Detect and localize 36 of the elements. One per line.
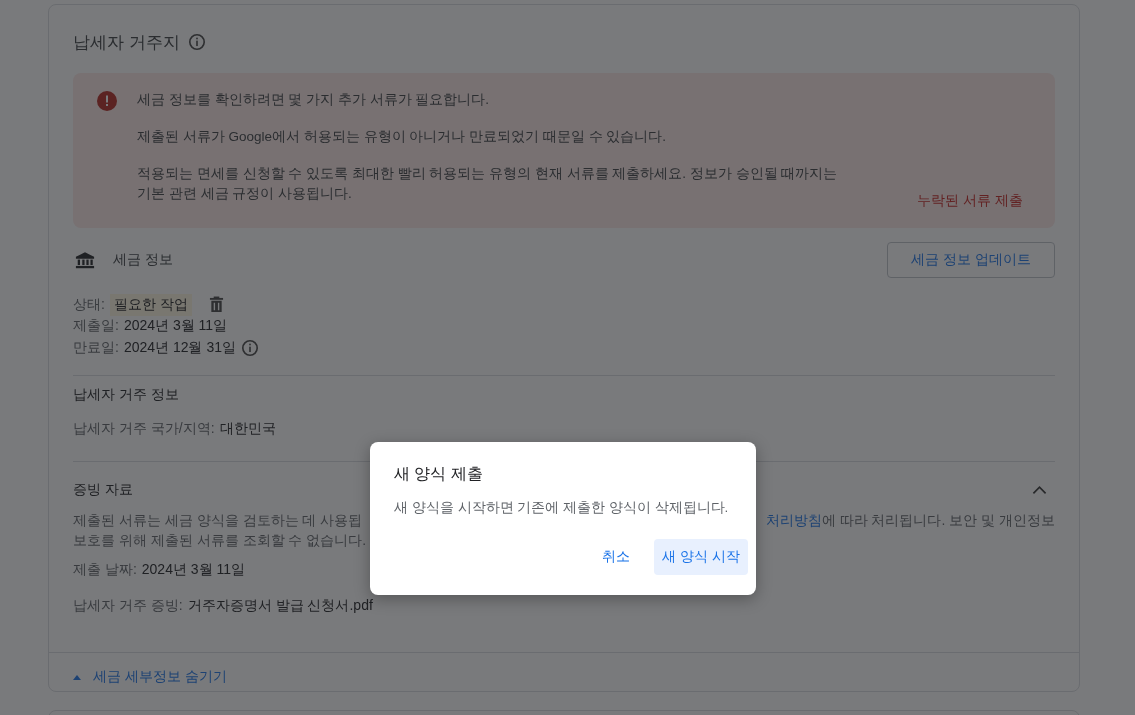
field-label: 만료일:: [73, 338, 119, 357]
tax-info-title: 세금 정보: [113, 251, 173, 269]
documents-title: 증빙 자료: [73, 479, 133, 499]
documents-note: 제출된 서류는 세금 양식을 검토하는 데 사용됩: [73, 510, 363, 530]
documents-note: 에 따라 처리됩니다. 보안 및 개인정보: [821, 511, 1055, 528]
hide-details-link[interactable]: 세금 세부정보 숨기기: [73, 668, 227, 686]
privacy-policy-link[interactable]: 처리방침: [765, 511, 822, 528]
field-value: 대한민국: [219, 419, 276, 438]
field-label: 상태:: [73, 295, 105, 314]
info-icon[interactable]: [187, 33, 206, 51]
chevron-icon[interactable]: [1032, 484, 1047, 495]
field-value: 2024년 3월 11일: [123, 317, 228, 336]
status-chip: 필요한 작업: [109, 293, 192, 316]
documents-note: 보호를 위해 제출된 서류를 조회할 수 없습니다.: [73, 530, 368, 550]
start-form-button[interactable]: 새 양식 시작: [654, 539, 748, 575]
submit-documents-link[interactable]: 누락된 서류 제출: [917, 192, 1023, 210]
section-title: 납세자 거주지: [73, 31, 180, 54]
alert-message: 적용되는 면세를 신청할 수 있도록 최대한 빨리 허용되는 유형의 현재 서류를 제출하세요. 정보가 승인될 때까지는 기본 관련 세금 규정이 사용됩니다.: [137, 165, 838, 203]
field-label: 제출 날짜:: [73, 560, 137, 579]
info-icon[interactable]: [240, 338, 259, 357]
cancel-button[interactable]: 취소: [586, 539, 647, 575]
dialog-title: 새 양식 제출: [394, 464, 484, 484]
field-label: 제출일:: [73, 317, 119, 336]
trash-icon[interactable]: [208, 296, 224, 314]
field-label: 납세자 거주 증빙:: [73, 596, 183, 615]
field-value: 2024년 3월 11일: [141, 560, 246, 579]
update-tax-info-button[interactable]: 세금 정보 업데이트: [887, 242, 1055, 278]
field-value: 2024년 12월 31일: [123, 338, 236, 357]
alert-message: 세금 정보를 확인하려면 몇 가지 추가 서류가 필요합니다.: [137, 91, 490, 109]
dialog-message: 새 양식을 시작하면 기존에 제출한 양식이 삭제됩니다.: [394, 499, 730, 517]
field-label: 납세자 거주 국가/지역:: [73, 419, 215, 438]
residency-title: 납세자 거주 정보: [73, 384, 180, 404]
error-icon: [97, 91, 117, 111]
field-value: 거주자증명서 발급 신청서.pdf: [187, 596, 373, 615]
bank-icon: [75, 250, 95, 270]
alert-message: 제출된 서류가 Google에서 허용되는 유형이 아니거나 만료되었기 때문일 수 있습니다.: [137, 128, 668, 146]
